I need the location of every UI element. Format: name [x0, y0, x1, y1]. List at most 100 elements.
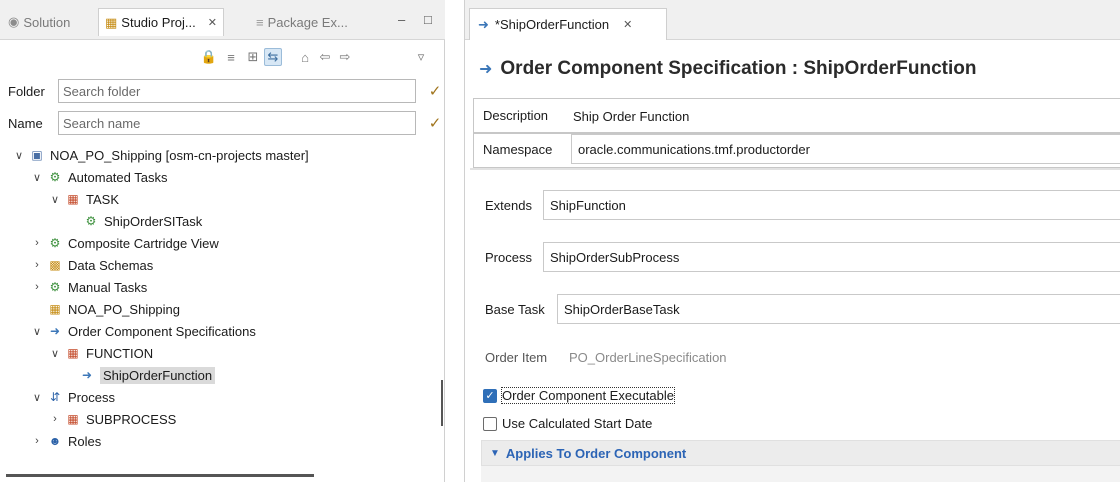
chevron-right-icon[interactable]: › — [30, 281, 44, 293]
order-item-value: PO_OrderLineSpecification — [569, 349, 727, 365]
tree-node-shiporder-function[interactable]: ➜ ShipOrderFunction — [76, 364, 216, 386]
data-schema-icon: ▩ — [49, 258, 61, 272]
order-component-spec-icon: ➜ — [479, 61, 493, 78]
tree-node-data-schemas[interactable]: › ▩ Data Schemas — [30, 254, 153, 276]
tree-node-label: Automated Tasks — [68, 169, 168, 185]
tree-node-label: Data Schemas — [68, 257, 154, 273]
tree-node-process[interactable]: ∨ ⇵ Process — [30, 386, 115, 408]
namespace-input[interactable]: oracle.communications.tmf.productorder — [571, 134, 1120, 164]
composite-view-icon: ⚙ — [49, 236, 61, 250]
extends-input[interactable]: ShipFunction — [543, 190, 1120, 220]
folder-label: Folder — [8, 84, 45, 99]
project-icon: ▣ — [31, 148, 43, 162]
chevron-right-icon[interactable]: › — [30, 435, 44, 447]
tab-solution-label: Solution — [23, 14, 71, 30]
folder-filter-row: Folder ✓ — [0, 78, 445, 104]
folder-grid-icon: ▦ — [67, 346, 79, 360]
editor-tab-shiporder-function[interactable]: ➜ *ShipOrderFunction ✕ — [469, 8, 667, 40]
lock-icon[interactable]: 🔒 — [200, 48, 218, 66]
close-icon[interactable]: ✕ — [208, 16, 217, 29]
name-search-wand-icon[interactable]: ✓ — [426, 114, 444, 132]
chevron-right-icon[interactable]: › — [30, 259, 44, 271]
tree-node-roles[interactable]: › ☻ Roles — [30, 430, 101, 452]
left-tab-bar: ◉ Solution ▦ Studio Proj... ✕ ≡ Package … — [0, 0, 445, 40]
process-input[interactable]: ShipOrderSubProcess — [543, 242, 1120, 272]
extends-label: Extends — [485, 198, 532, 213]
horizontal-scrollbar[interactable] — [6, 474, 314, 477]
name-search-input[interactable] — [58, 111, 416, 135]
order-component-spec-icon: ➜ — [81, 368, 93, 382]
minimize-icon[interactable]: – — [398, 12, 405, 27]
tree-node-label: Roles — [68, 433, 102, 449]
package-explorer-icon: ≡ — [256, 14, 264, 30]
process-label: Process — [485, 250, 532, 265]
link-with-editor-icon[interactable]: ⇆ — [264, 48, 282, 66]
header-separator — [470, 168, 1120, 170]
folder-search-wand-icon[interactable]: ✓ — [426, 82, 444, 100]
filter-grid-icon[interactable]: ⊞ — [244, 48, 262, 66]
namespace-label: Namespace — [483, 142, 553, 157]
executable-checkbox-row[interactable]: ✓ Order Component Executable — [483, 387, 675, 404]
tab-studio-project[interactable]: ▦ Studio Proj... ✕ — [98, 8, 224, 36]
tree-node-noa-po-shipping[interactable]: ▦ NOA_PO_Shipping — [44, 298, 180, 320]
chevron-down-icon[interactable]: ▼ — [490, 448, 500, 459]
tree-node-task-folder[interactable]: ∨ ▦ TASK — [48, 188, 119, 210]
use-calculated-start-row[interactable]: Use Calculated Start Date — [483, 416, 652, 431]
maximize-icon[interactable]: □ — [424, 12, 432, 27]
close-icon[interactable]: ✕ — [623, 18, 632, 31]
description-input[interactable]: Ship Order Function — [573, 101, 1113, 131]
project-explorer-panel: ◉ Solution ▦ Studio Proj... ✕ ≡ Package … — [0, 0, 445, 482]
ide-window: ◉ Solution ▦ Studio Proj... ✕ ≡ Package … — [0, 0, 1120, 482]
chevron-right-icon[interactable]: › — [48, 413, 62, 425]
tab-package-explorer-label: Package Ex... — [267, 14, 348, 30]
process-icon: ⇵ — [49, 390, 61, 404]
tab-package-explorer[interactable]: ≡ Package Ex... — [256, 10, 348, 34]
editor-tab-label: *ShipOrderFunction — [494, 17, 610, 32]
chevron-down-icon[interactable]: ∨ — [30, 391, 44, 404]
tree-node-order-component-specifications[interactable]: ∨ ➜ Order Component Specifications — [30, 320, 256, 342]
order-component-spec-icon: ➜ — [49, 324, 61, 338]
tree-node-label: SUBPROCESS — [86, 411, 177, 427]
order-item-label: Order Item — [485, 350, 548, 365]
folder-grid-icon: ▦ — [67, 412, 79, 426]
view-menu-icon[interactable]: ▿ — [412, 48, 430, 66]
folder-search-input[interactable] — [58, 79, 416, 103]
tree-node-function-folder[interactable]: ∨ ▦ FUNCTION — [48, 342, 153, 364]
forward-icon[interactable]: ⇨ — [336, 48, 354, 66]
tree-node-label: NOA_PO_Shipping — [68, 301, 181, 317]
solution-icon: ◉ — [8, 14, 20, 29]
tree-node-project[interactable]: ∨ ▣ NOA_PO_Shipping [osm-cn-projects mas… — [12, 144, 309, 166]
tree-node-label: ShipOrderSITask — [104, 213, 203, 229]
use-calculated-start-checkbox[interactable] — [483, 416, 497, 431]
editor-title-text: Order Component Specification : ShipOrde… — [500, 58, 977, 79]
chevron-right-icon[interactable]: › — [30, 237, 44, 249]
back-icon[interactable]: ⇦ — [316, 48, 334, 66]
tree-node-composite-cartridge-view[interactable]: › ⚙ Composite Cartridge View — [30, 232, 219, 254]
tree-node-automated-tasks[interactable]: ∨ ⚙ Automated Tasks — [30, 166, 168, 188]
chevron-down-icon[interactable]: ∨ — [12, 149, 26, 162]
folder-grid-icon: ▦ — [67, 192, 79, 206]
applies-to-section-header[interactable]: ▼ Applies To Order Component — [481, 440, 1120, 466]
collapse-all-icon[interactable]: ≡ — [222, 48, 240, 66]
chevron-down-icon[interactable]: ∨ — [48, 347, 62, 360]
applies-to-section-title: Applies To Order Component — [505, 445, 687, 461]
home-icon[interactable]: ⌂ — [296, 48, 314, 66]
editor-panel: ➜ *ShipOrderFunction ✕ ➜ Order Component… — [464, 0, 1120, 482]
use-calculated-start-label: Use Calculated Start Date — [502, 416, 653, 431]
studio-project-icon: ▦ — [105, 14, 118, 30]
tree-node-label: Process — [68, 389, 115, 405]
chevron-down-icon[interactable]: ∨ — [48, 193, 62, 206]
executable-checkbox[interactable]: ✓ — [483, 388, 497, 403]
chevron-down-icon[interactable]: ∨ — [30, 171, 44, 184]
tree-node-label: Order Component Specifications — [68, 323, 256, 339]
chevron-down-icon[interactable]: ∨ — [30, 325, 44, 338]
vertical-scrollbar[interactable] — [441, 380, 443, 426]
tree-node-shiporder-si-task[interactable]: ⚙ ShipOrderSITask — [80, 210, 203, 232]
tree-node-manual-tasks[interactable]: › ⚙ Manual Tasks — [30, 276, 147, 298]
tree-node-label: Manual Tasks — [68, 279, 148, 295]
tree-node-subprocess-folder[interactable]: › ▦ SUBPROCESS — [48, 408, 176, 430]
roles-icon: ☻ — [48, 434, 62, 448]
executable-label: Order Component Executable — [501, 387, 675, 404]
base-task-input[interactable]: ShipOrderBaseTask — [557, 294, 1120, 324]
tab-solution[interactable]: ◉ Solution — [8, 10, 70, 34]
